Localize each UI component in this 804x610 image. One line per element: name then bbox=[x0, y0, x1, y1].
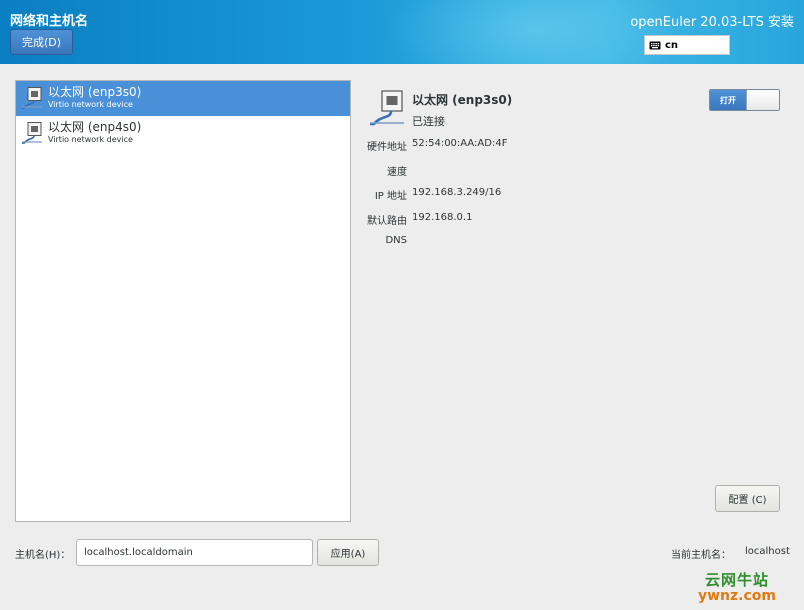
ethernet-icon bbox=[22, 87, 42, 109]
device-name: 以太网 (enp3s0) bbox=[48, 85, 142, 99]
ethernet-icon bbox=[370, 90, 404, 126]
network-device-list[interactable]: 以太网 (enp3s0) Virtio network device 以太网 (… bbox=[15, 80, 351, 522]
connection-status: 已连接 bbox=[412, 115, 445, 128]
toggle-on-label: 打开 bbox=[710, 90, 746, 110]
current-hostname-label: 当前主机名： bbox=[671, 550, 731, 561]
header-bar: 网络和主机名 完成(D) openEuler 20.03-LTS 安装 cn bbox=[0, 0, 804, 64]
hostname-input[interactable] bbox=[76, 539, 313, 566]
product-title: openEuler 20.03-LTS 安装 bbox=[630, 15, 794, 30]
toggle-knob bbox=[746, 90, 779, 110]
default-route-label: 默认路由 bbox=[367, 216, 407, 227]
page-title: 网络和主机名 bbox=[10, 14, 89, 29]
device-detail-title: 以太网 (enp3s0) bbox=[412, 93, 513, 107]
keyboard-icon bbox=[649, 41, 661, 49]
hardware-address-value: 52:54:00:AA:AD:4F bbox=[412, 138, 508, 149]
watermark: 云网牛站 ywnz.com bbox=[698, 572, 776, 604]
hostname-label: 主机名(H)： bbox=[15, 550, 71, 561]
watermark-site-name: 云网牛站 bbox=[704, 571, 769, 589]
speed-label: 速度 bbox=[387, 167, 407, 178]
hardware-address-label: 硬件地址 bbox=[367, 142, 407, 153]
header-glow bbox=[384, 0, 684, 64]
device-item-enp3s0[interactable]: 以太网 (enp3s0) Virtio network device bbox=[16, 81, 350, 116]
dns-label: DNS bbox=[385, 235, 407, 246]
ip-address-value: 192.168.3.249/16 bbox=[412, 187, 502, 198]
watermark-domain: ywnz.com bbox=[698, 588, 776, 604]
keyboard-layout-indicator[interactable]: cn bbox=[644, 35, 730, 55]
device-name: 以太网 (enp4s0) bbox=[48, 120, 142, 134]
default-route-value: 192.168.0.1 bbox=[412, 212, 473, 223]
apply-button[interactable]: 应用(A) bbox=[317, 539, 379, 566]
device-item-enp4s0[interactable]: 以太网 (enp4s0) Virtio network device bbox=[16, 116, 350, 151]
done-button[interactable]: 完成(D) bbox=[10, 29, 73, 55]
current-hostname-value: localhost bbox=[745, 546, 790, 557]
device-description: Virtio network device bbox=[48, 135, 133, 144]
ip-address-label: IP 地址 bbox=[374, 191, 407, 202]
ethernet-icon bbox=[22, 122, 42, 144]
keyboard-layout-label: cn bbox=[665, 39, 679, 51]
device-power-toggle[interactable]: 打开 bbox=[709, 89, 780, 111]
configure-button[interactable]: 配置 (C) bbox=[715, 485, 780, 512]
device-description: Virtio network device bbox=[48, 100, 133, 109]
